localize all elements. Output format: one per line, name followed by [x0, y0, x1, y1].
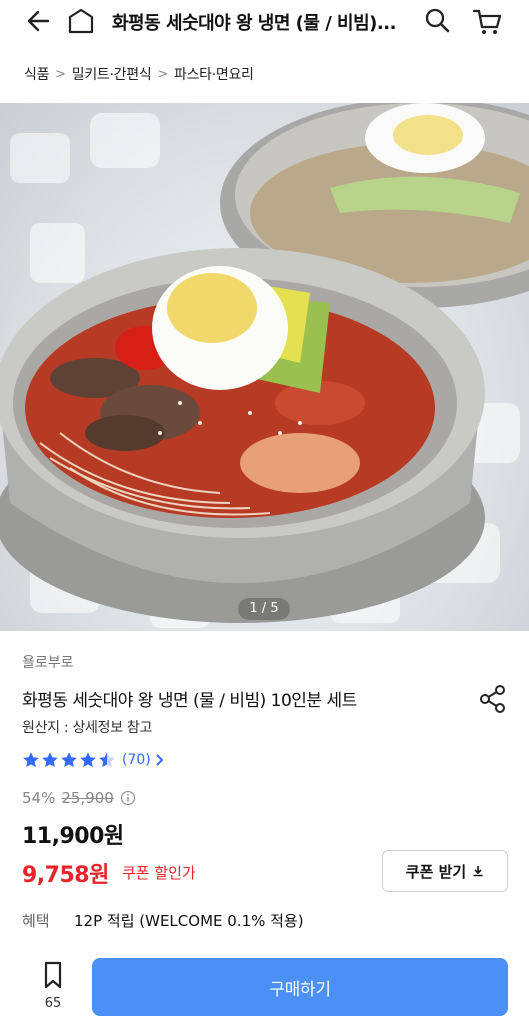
bookmark-icon[interactable] [36, 960, 70, 990]
breadcrumb-item-noodles[interactable]: 파스타·면요리 [174, 64, 254, 84]
chevron-right-icon: > [55, 66, 66, 82]
buy-button[interactable]: 구매하기 [92, 958, 508, 1016]
back-arrow-icon[interactable] [22, 6, 56, 36]
original-price: 25,900 [61, 789, 114, 807]
chevron-right-icon [156, 754, 164, 766]
rating-row[interactable]: (70) [22, 751, 166, 769]
benefit-value: 12P 적립 (WELCOME 0.1% 적용) [74, 912, 304, 930]
get-coupon-label: 쿠폰 받기 [405, 862, 467, 881]
star-full-icon [61, 752, 77, 768]
star-half-icon [99, 752, 115, 768]
coupon-price: 9,758원 [22, 863, 109, 888]
search-icon[interactable] [422, 5, 454, 37]
image-page-counter: 1 / 5 [238, 598, 290, 620]
star-full-icon [23, 752, 39, 768]
breadcrumb-item-food[interactable]: 식품 [24, 64, 49, 84]
chevron-right-icon: > [157, 66, 168, 82]
info-icon[interactable] [120, 790, 136, 806]
home-icon[interactable] [64, 6, 98, 38]
cart-icon[interactable] [470, 5, 504, 37]
origin-info: 원산지 : 상세정보 참고 [22, 720, 153, 736]
top-app-bar: 화평동 세숫대야 왕 냉면 (물 / 비빔)... [0, 0, 529, 46]
sale-price: 11,900원 [22, 824, 124, 849]
share-icon[interactable] [476, 682, 510, 716]
benefit-label: 혜택 [22, 912, 50, 930]
download-icon [473, 866, 483, 877]
star-full-icon [80, 752, 96, 768]
star-full-icon [42, 752, 58, 768]
page-title: 화평동 세숫대야 왕 냉면 (물 / 비빔)... [112, 13, 396, 34]
coupon-price-label: 쿠폰 할인가 [122, 864, 196, 882]
discount-rate: 54% [22, 789, 56, 807]
get-coupon-button[interactable]: 쿠폰 받기 [382, 850, 508, 892]
discount-row: 54% 25,900 [22, 789, 136, 807]
breadcrumb-item-mealkit[interactable]: 밀키트·간편식 [72, 64, 152, 84]
brand-name[interactable]: 욜로부로 [22, 652, 74, 672]
breadcrumb: 식품 > 밀키트·간편식 > 파스타·면요리 [24, 64, 254, 84]
star-rating [22, 751, 116, 769]
review-count-link[interactable]: (70) [122, 752, 151, 768]
naengmyeon-photo [0, 103, 529, 628]
benefit-row: 혜택 12P 적립 (WELCOME 0.1% 적용) [22, 910, 304, 931]
product-title: 화평동 세숫대야 왕 냉면 (물 / 비빔) 10인분 세트 [22, 691, 357, 711]
wishlist-count: 65 [44, 996, 62, 1011]
product-image[interactable] [0, 103, 529, 631]
